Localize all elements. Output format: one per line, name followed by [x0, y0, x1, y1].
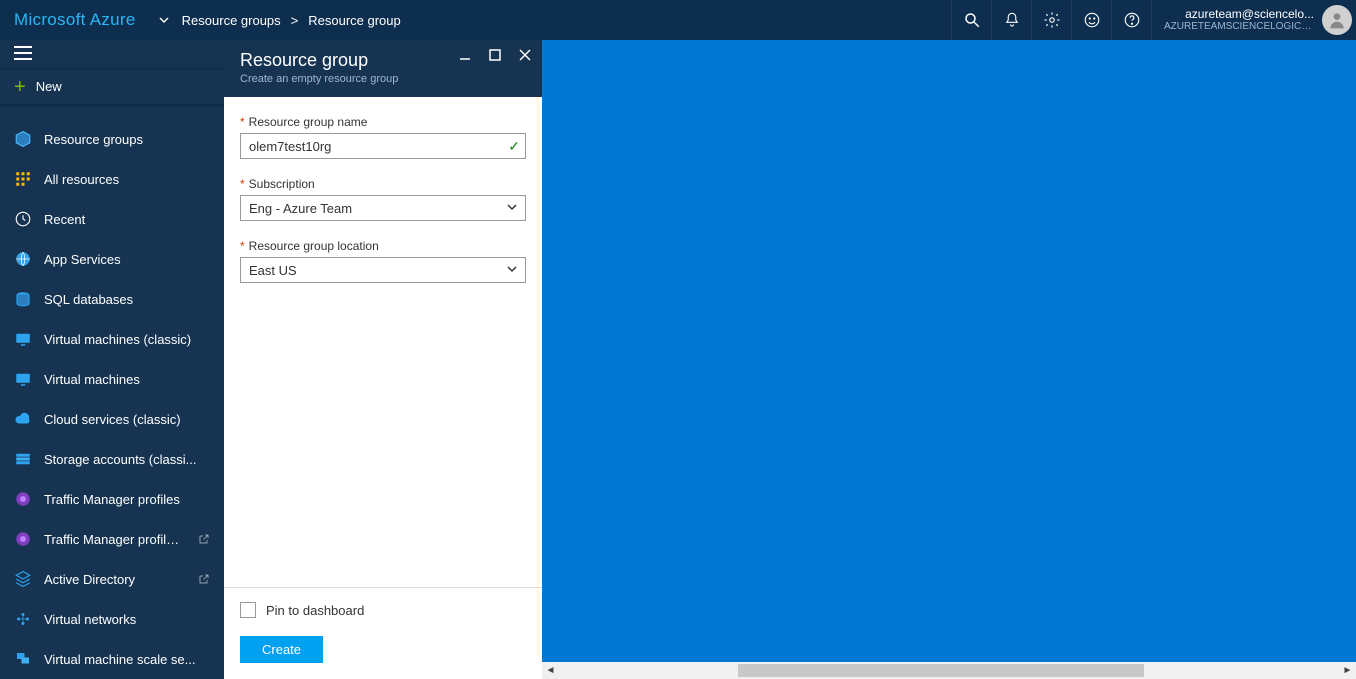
external-link-icon: [198, 533, 210, 545]
sidebar-item-label: Recent: [44, 212, 210, 227]
location-select[interactable]: East US: [240, 257, 526, 283]
sidebar-item-label: SQL databases: [44, 292, 210, 307]
sidebar-item-7[interactable]: Cloud services (classic): [0, 399, 224, 439]
sidebar-item-label: Virtual networks: [44, 612, 210, 627]
plus-icon: +: [14, 77, 26, 97]
help-icon[interactable]: [1111, 0, 1151, 40]
sidebar: + New Resource groups All resources Recent…: [0, 40, 224, 679]
breadcrumb-item-0[interactable]: Resource groups: [180, 13, 283, 28]
user-account[interactable]: azureteam@sciencelo... AZURETEAMSCIENCEL…: [1151, 0, 1356, 40]
sidebar-item-13[interactable]: Virtual machine scale se...: [0, 639, 224, 679]
chevron-down-icon[interactable]: [148, 14, 180, 26]
minimize-icon[interactable]: [456, 48, 474, 62]
vmss-icon: [14, 650, 32, 668]
sidebar-item-8[interactable]: Storage accounts (classi...: [0, 439, 224, 479]
external-link-icon: [198, 573, 210, 585]
user-tenant: AZURETEAMSCIENCELOGIC (D...: [1164, 21, 1314, 33]
scrollbar-thumb[interactable]: [738, 664, 1144, 677]
cube-icon: [14, 130, 32, 148]
dashboard-canvas: ◄ ►: [542, 40, 1356, 679]
sql-icon: [14, 290, 32, 308]
user-email: azureteam@sciencelo...: [1185, 7, 1314, 21]
pin-label: Pin to dashboard: [266, 603, 364, 618]
bell-icon[interactable]: [991, 0, 1031, 40]
sidebar-item-10[interactable]: Traffic Manager profiles...: [0, 519, 224, 559]
maximize-icon[interactable]: [486, 48, 504, 62]
grid-icon: [14, 170, 32, 188]
sidebar-item-label: Storage accounts (classi...: [44, 452, 210, 467]
blade-subtitle: Create an empty resource group: [240, 73, 526, 85]
sidebar-item-9[interactable]: Traffic Manager profiles: [0, 479, 224, 519]
hamburger-icon[interactable]: [0, 40, 224, 70]
vm-icon: [14, 370, 32, 388]
sidebar-item-3[interactable]: App Services: [0, 239, 224, 279]
sidebar-item-2[interactable]: Recent: [0, 199, 224, 239]
close-icon[interactable]: [516, 48, 534, 62]
sidebar-item-label: Virtual machines (classic): [44, 332, 210, 347]
sidebar-item-label: Virtual machine scale se...: [44, 652, 210, 667]
smile-icon[interactable]: [1071, 0, 1111, 40]
sidebar-item-6[interactable]: Virtual machines: [0, 359, 224, 399]
blade-footer: Pin to dashboard Create: [224, 587, 542, 679]
gear-icon[interactable]: [1031, 0, 1071, 40]
create-button[interactable]: Create: [240, 636, 323, 663]
new-button[interactable]: + New: [0, 70, 224, 107]
topbar: Microsoft Azure Resource groups > Resour…: [0, 0, 1356, 40]
sidebar-item-0[interactable]: Resource groups: [0, 119, 224, 159]
sidebar-item-label: Cloud services (classic): [44, 412, 210, 427]
sidebar-item-4[interactable]: SQL databases: [0, 279, 224, 319]
resource-group-blade: Resource group Create an empty resource …: [224, 40, 542, 679]
new-label: New: [36, 79, 62, 94]
sidebar-item-label: All resources: [44, 172, 210, 187]
storage-icon: [14, 450, 32, 468]
sidebar-item-label: Traffic Manager profiles: [44, 492, 210, 507]
name-label: *Resource group name: [240, 115, 526, 129]
horizontal-scrollbar[interactable]: ◄ ►: [542, 662, 1356, 679]
sidebar-item-1[interactable]: All resources: [0, 159, 224, 199]
blade-header: Resource group Create an empty resource …: [224, 40, 542, 97]
subscription-select[interactable]: Eng - Azure Team: [240, 195, 526, 221]
sidebar-item-12[interactable]: Virtual networks: [0, 599, 224, 639]
clock-icon: [14, 210, 32, 228]
sidebar-item-11[interactable]: Active Directory: [0, 559, 224, 599]
avatar: [1322, 5, 1352, 35]
resource-group-name-input[interactable]: [240, 133, 526, 159]
subscription-label: *Subscription: [240, 177, 526, 191]
ad-icon: [14, 570, 32, 588]
sidebar-item-label: Traffic Manager profiles...: [44, 532, 186, 547]
brand-logo[interactable]: Microsoft Azure: [0, 10, 148, 30]
traffic-icon: [14, 530, 32, 548]
globe-icon: [14, 250, 32, 268]
sidebar-item-5[interactable]: Virtual machines (classic): [0, 319, 224, 359]
breadcrumb-separator: >: [283, 13, 307, 28]
pin-to-dashboard-checkbox[interactable]: [240, 602, 256, 618]
scroll-left-icon[interactable]: ◄: [542, 665, 559, 676]
location-label: *Resource group location: [240, 239, 526, 253]
traffic-icon: [14, 490, 32, 508]
breadcrumb-item-1[interactable]: Resource group: [306, 13, 403, 28]
scroll-right-icon[interactable]: ►: [1339, 665, 1356, 676]
checkmark-icon: ✓: [508, 138, 520, 155]
vm-icon: [14, 330, 32, 348]
sidebar-item-label: Virtual machines: [44, 372, 210, 387]
sidebar-item-label: Resource groups: [44, 132, 210, 147]
vnet-icon: [14, 610, 32, 628]
search-icon[interactable]: [951, 0, 991, 40]
sidebar-item-label: Active Directory: [44, 572, 186, 587]
sidebar-item-label: App Services: [44, 252, 210, 267]
cloud-icon: [14, 410, 32, 428]
